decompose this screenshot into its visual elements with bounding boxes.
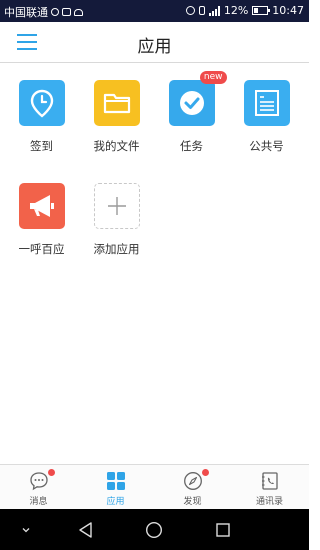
unread-dot [201, 469, 209, 476]
chevron-down-icon [22, 527, 30, 532]
app-label: 签到 [30, 139, 53, 153]
home-button[interactable] [134, 509, 174, 550]
grid-icon [106, 471, 126, 491]
wifi-question-icon [51, 8, 59, 16]
tab-label: 通讯录 [255, 497, 283, 507]
unread-dot [47, 469, 55, 476]
compass-icon [183, 469, 209, 491]
tab-messages[interactable]: 消息 [0, 465, 77, 510]
alarm-icon [185, 6, 195, 15]
battery-percent: 12% [223, 4, 249, 17]
recents-button[interactable] [203, 509, 243, 550]
back-button[interactable] [66, 509, 106, 550]
clock: 10:47 [272, 4, 304, 17]
app-tasks[interactable]: new 任务 [154, 71, 229, 154]
tab-discover[interactable]: 发现 [154, 465, 231, 510]
tab-contacts[interactable]: 通讯录 [231, 465, 308, 510]
folder-icon [103, 93, 130, 114]
app-tile [18, 183, 65, 229]
plus-icon [107, 197, 126, 215]
bottom-tab-bar: 消息 应用 发现 通讯录 [0, 464, 309, 509]
system-navigation-bar [0, 509, 309, 550]
hide-keyboard-button[interactable] [6, 509, 46, 550]
new-badge: new [199, 71, 227, 84]
chat-bubble-icon [29, 469, 55, 491]
home-circle-icon [145, 521, 163, 538]
location-pin-icon [30, 89, 53, 118]
app-label: 我的文件 [93, 139, 140, 153]
tab-label: 消息 [29, 497, 48, 507]
page-title: 应用 [137, 37, 172, 57]
document-icon [254, 90, 279, 116]
app-tile [243, 80, 290, 126]
image-icon [62, 8, 71, 16]
app-tile: new [168, 71, 227, 126]
battery-icon [252, 6, 271, 15]
app-public-account[interactable]: 公共号 [229, 80, 304, 154]
app-tile [18, 80, 65, 126]
app-label: 一呼百应 [18, 242, 65, 256]
vibrate-icon [198, 6, 205, 15]
app-tile [93, 80, 140, 126]
megaphone-icon [29, 195, 54, 217]
phone-book-icon [260, 471, 280, 491]
carrier-name: 中国联通 [4, 6, 48, 19]
app-checkin[interactable]: 签到 [4, 80, 79, 154]
tab-label: 应用 [106, 497, 125, 507]
checkmark-icon [179, 91, 204, 115]
add-app-button[interactable]: 添加应用 [79, 183, 154, 257]
app-tile [93, 183, 140, 229]
app-header: 应用 [0, 22, 309, 63]
app-label: 添加应用 [93, 242, 140, 256]
android-icon [74, 8, 83, 16]
signal-icon [208, 5, 220, 16]
tab-apps[interactable]: 应用 [77, 465, 154, 510]
app-label: 任务 [180, 139, 203, 153]
app-label: 公共号 [249, 139, 284, 153]
app-my-files[interactable]: 我的文件 [79, 80, 154, 154]
status-bar: 中国联通 12% 10:47 [0, 0, 309, 22]
back-triangle-icon [79, 521, 92, 538]
app-broadcast[interactable]: 一呼百应 [4, 183, 79, 257]
tab-label: 发现 [183, 497, 202, 507]
recents-square-icon [216, 522, 230, 537]
